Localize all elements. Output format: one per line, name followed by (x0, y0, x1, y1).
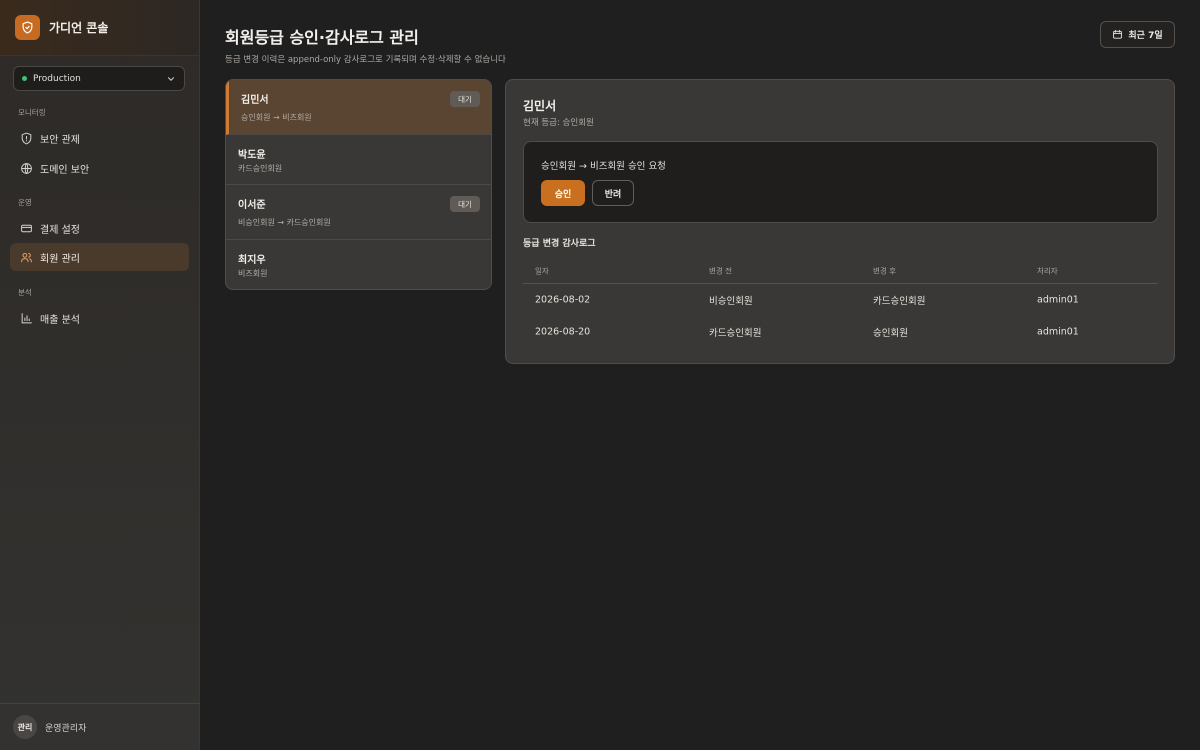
audit-log-table: 일자 변경 전 변경 후 처리자 2026-08-02 비승인회원 카드승인회원… (523, 258, 1158, 348)
status-badge: 대기 (450, 196, 480, 212)
sidebar-item-label: 매출 분석 (40, 314, 80, 326)
sidebar-item-member-management[interactable]: 회원 관리 (10, 243, 189, 271)
nav-section-operations: 운영 (18, 198, 32, 207)
globe-icon (19, 161, 33, 175)
status-badge: 대기 (450, 91, 480, 107)
approval-request-text: 승인회원 → 비즈회원 승인 요청 (541, 161, 666, 172)
log-after: 카드승인회원 (873, 296, 926, 307)
log-after: 승인회원 (873, 328, 908, 339)
date-range-label: 최근 7일 (1128, 31, 1163, 41)
member-grade-change: 승인회원 → 비즈회원 (241, 113, 312, 122)
log-processor: admin01 (1037, 294, 1079, 306)
member-name: 김민서 (241, 95, 269, 106)
member-grade: 비즈회원 (238, 269, 268, 278)
sidebar-item-label: 도메인 보안 (40, 164, 90, 176)
log-date: 2026-08-20 (535, 326, 591, 338)
column-header-after: 변경 후 (873, 266, 897, 275)
page-title: 회원등급 승인·감사로그 관리 (225, 28, 419, 47)
shield-logo-icon (15, 15, 40, 40)
page-subtitle: 등급 변경 이력은 append-only 감사로그로 기록되며 수정·삭제할 … (225, 55, 506, 65)
approval-request-card: 승인회원 → 비즈회원 승인 요청 승인 반려 (523, 141, 1158, 223)
sidebar-item-label: 회원 관리 (40, 253, 80, 265)
detail-current-grade: 현재 등급: 승인회원 (523, 118, 594, 128)
reject-button[interactable]: 반려 (592, 180, 634, 206)
nav-section-analytics: 분석 (18, 288, 32, 297)
calendar-icon (1113, 29, 1123, 39)
column-header-before: 변경 전 (709, 266, 733, 275)
log-before: 비승인회원 (709, 296, 753, 307)
avatar: 관리 (13, 715, 37, 739)
table-row: 2026-08-02 비승인회원 카드승인회원 admin01 (523, 284, 1158, 316)
sidebar-item-payment-settings[interactable]: 결제 설정 (10, 214, 189, 242)
column-header-date: 일자 (535, 266, 549, 275)
audit-log-title: 등급 변경 감사로그 (523, 239, 596, 249)
detail-member-name: 김민서 (523, 99, 557, 113)
sidebar-footer[interactable]: 관리 운영관리자 (0, 703, 200, 750)
sidebar-item-sales-analytics[interactable]: 매출 분석 (10, 304, 189, 332)
column-header-processor: 처리자 (1037, 266, 1058, 275)
member-name: 이서준 (238, 200, 266, 211)
app-title: 가디언 콘솔 (49, 21, 109, 35)
sidebar-item-label: 결제 설정 (40, 224, 80, 236)
member-list-item[interactable]: 박도윤 카드승인회원 (226, 135, 491, 185)
member-list: 김민서 승인회원 → 비즈회원 대기 박도윤 카드승인회원 이서준 비승인회원 … (225, 79, 492, 290)
member-detail-panel: 김민서 현재 등급: 승인회원 승인회원 → 비즈회원 승인 요청 승인 반려 … (505, 79, 1175, 364)
approve-button[interactable]: 승인 (541, 180, 585, 206)
log-before: 카드승인회원 (709, 328, 762, 339)
shield-icon (19, 131, 33, 145)
member-name: 최지우 (238, 255, 266, 266)
nav-section-monitoring: 모니터링 (18, 108, 46, 117)
table-header: 일자 변경 전 변경 후 처리자 (523, 258, 1158, 284)
member-grade: 카드승인회원 (238, 164, 283, 173)
member-list-item[interactable]: 이서준 비승인회원 → 카드승인회원 대기 (226, 185, 491, 240)
sidebar-item-domain-security[interactable]: 도메인 보안 (10, 154, 189, 182)
environment-label: Production (33, 73, 81, 84)
environment-select[interactable]: Production (13, 66, 185, 91)
credit-card-icon (19, 221, 33, 235)
log-date: 2026-08-02 (535, 294, 591, 306)
log-processor: admin01 (1037, 326, 1079, 338)
date-range-button[interactable]: 최근 7일 (1100, 21, 1175, 48)
member-list-item[interactable]: 김민서 승인회원 → 비즈회원 대기 (226, 80, 491, 135)
member-list-item[interactable]: 최지우 비즈회원 (226, 240, 491, 289)
brand[interactable]: 가디언 콘솔 (0, 0, 199, 56)
users-icon (19, 250, 33, 264)
bar-chart-icon (19, 311, 33, 325)
sidebar-item-label: 보안 관제 (40, 134, 80, 146)
member-grade-change: 비승인회원 → 카드승인회원 (238, 218, 331, 227)
member-name: 박도윤 (238, 150, 266, 161)
status-dot-icon (22, 76, 27, 81)
footer-username: 운영관리자 (45, 723, 87, 734)
sidebar-item-security-monitoring[interactable]: 보안 관제 (10, 124, 189, 152)
table-row: 2026-08-20 카드승인회원 승인회원 admin01 (523, 316, 1158, 348)
sidebar: 가디언 콘솔 Production 모니터링 보안 관제 도메인 보안 운영 결… (0, 0, 200, 750)
chevron-down-icon (168, 76, 174, 81)
